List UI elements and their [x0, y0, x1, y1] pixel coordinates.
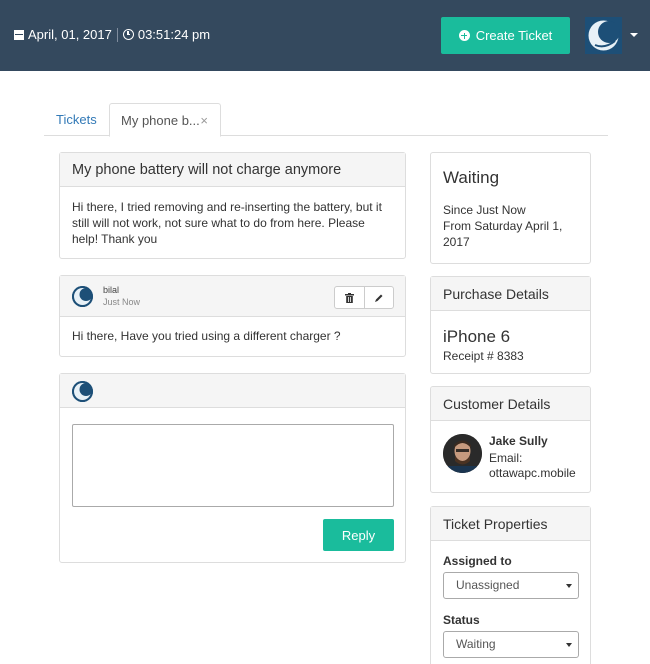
purchase-product: iPhone 6: [443, 327, 511, 346]
issue-body: Hi there, I tried removing and re-insert…: [72, 200, 382, 246]
properties-heading: Ticket Properties: [431, 507, 590, 541]
issue-title: My phone battery will not charge anymore: [60, 153, 405, 187]
create-ticket-label: Create Ticket: [475, 28, 553, 43]
assigned-to-value: Unassigned: [456, 578, 520, 592]
compose-header: [60, 374, 405, 408]
tab-current-ticket-label: My phone b...: [121, 113, 200, 128]
status-title: Waiting: [443, 168, 500, 187]
person-icon: [443, 434, 482, 473]
reply-header: bilal Just Now: [60, 276, 405, 317]
current-time: 03:51:24 pm: [137, 27, 211, 42]
customer-photo: [443, 434, 482, 473]
close-icon[interactable]: ×: [200, 104, 208, 137]
pencil-icon: [374, 294, 383, 302]
status-panel: Waiting Since Just Now From Saturday Apr…: [430, 152, 591, 264]
reply-textarea[interactable]: [72, 424, 394, 507]
purchase-heading: Purchase Details: [431, 277, 590, 311]
chevron-down-icon: [566, 584, 572, 588]
status-label: Status: [443, 613, 480, 627]
plus-circle-icon: [458, 30, 470, 41]
status-since: Since Just Now: [443, 203, 526, 217]
ticket-tabs: Tickets My phone b... ×: [44, 103, 608, 137]
reply-body: Hi there, Have you tried using a differe…: [72, 329, 341, 343]
user-menu-caret-icon[interactable]: [630, 33, 638, 37]
author-avatar: [72, 286, 93, 307]
user-avatar[interactable]: [585, 17, 622, 54]
customer-name: Jake Sully: [489, 434, 548, 448]
datetime: April, 01, 2017 03:51:24 pm: [14, 27, 210, 42]
ticket-properties-panel: Ticket Properties Assigned to Unassigned…: [430, 506, 591, 664]
customer-heading: Customer Details: [431, 387, 590, 421]
assigned-to-label: Assigned to: [443, 554, 512, 568]
calendar-icon: [14, 29, 24, 40]
issue-panel: My phone battery will not charge anymore…: [59, 152, 406, 259]
logo-icon: [585, 17, 622, 54]
reply-time: Just Now: [103, 297, 141, 307]
reply-actions: [334, 286, 394, 309]
purchase-panel: Purchase Details iPhone 6 Receipt # 8383: [430, 276, 591, 374]
trash-icon: [344, 292, 354, 303]
status-from: From Saturday April 1, 2017: [443, 219, 563, 249]
status-value: Waiting: [456, 637, 496, 651]
separator: [116, 27, 118, 42]
tab-current-ticket[interactable]: My phone b... ×: [109, 103, 221, 137]
clock-icon: [122, 29, 134, 40]
customer-email-label: Email:: [489, 451, 523, 465]
top-navbar: April, 01, 2017 03:51:24 pm Create Ticke…: [0, 0, 650, 71]
create-ticket-button[interactable]: Create Ticket: [441, 17, 570, 54]
purchase-receipt: Receipt # 8383: [443, 349, 524, 363]
reply-panel: bilal Just Now Hi there, Have you tried …: [59, 275, 406, 357]
assigned-to-select[interactable]: Unassigned: [443, 572, 579, 599]
customer-panel: Customer Details Jake Sully Email: ottaw…: [430, 386, 591, 493]
logo-icon: [72, 381, 93, 402]
status-select[interactable]: Waiting: [443, 631, 579, 658]
customer-email: ottawapc.mobile: [489, 466, 576, 480]
delete-button[interactable]: [335, 287, 364, 308]
reply-author: bilal: [103, 285, 120, 295]
tab-tickets[interactable]: Tickets: [56, 103, 97, 136]
edit-button[interactable]: [363, 287, 394, 308]
reply-button[interactable]: Reply: [323, 519, 394, 551]
current-user-avatar: [72, 381, 93, 402]
compose-panel: Reply: [59, 373, 406, 563]
chevron-down-icon: [566, 643, 572, 647]
current-date: April, 01, 2017: [28, 27, 112, 42]
logo-icon: [72, 286, 93, 307]
